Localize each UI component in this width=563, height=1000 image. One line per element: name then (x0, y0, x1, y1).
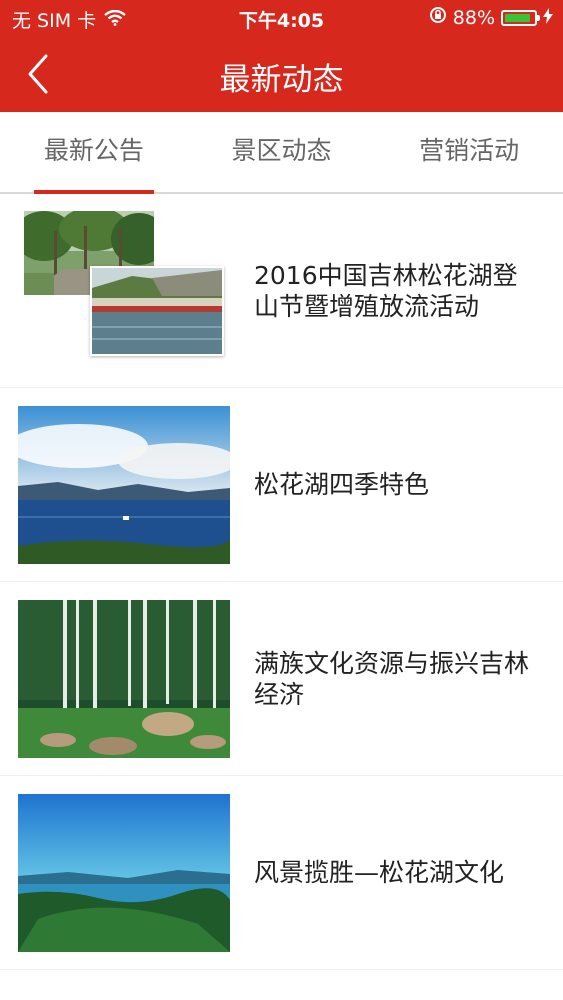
page-title: 最新动态 (219, 62, 344, 98)
tab-marketing-events[interactable]: 营销活动 (375, 112, 563, 192)
dock-lake-image (90, 265, 224, 356)
article-title: 风景揽胜—松花湖文化 (254, 858, 505, 887)
orientation-lock-icon (429, 6, 447, 29)
tab-label: 景区动态 (231, 136, 332, 165)
article-title: 满族文化资源与振兴吉林经济 (254, 648, 530, 709)
lake-hills-aerial-image (18, 793, 230, 952)
top-bar: 无 SIM 卡 下午4:05 88% 最新动态 (0, 0, 563, 112)
nav-bar: 最新动态 (0, 36, 563, 112)
battery-icon (501, 9, 540, 26)
tab-scenic-news[interactable]: 景区动态 (188, 112, 376, 192)
list-item[interactable]: 风景揽胜—松花湖文化 (0, 776, 563, 970)
article-title: 松花湖四季特色 (254, 470, 430, 499)
birch-forest-image (18, 599, 230, 758)
tab-label: 营销活动 (419, 136, 520, 165)
article-title: 2016中国吉林松花湖登山节暨增殖放流活动 (254, 260, 518, 321)
list-item[interactable]: 松花湖四季特色 (0, 388, 563, 582)
battery-percent: 88% (452, 6, 495, 29)
list-item[interactable]: 2016中国吉林松花湖登山节暨增殖放流活动 (0, 194, 563, 388)
list-item[interactable]: 满族文化资源与振兴吉林经济 (0, 582, 563, 776)
article-thumbnail (18, 210, 230, 371)
status-bar: 无 SIM 卡 下午4:05 88% (0, 0, 563, 36)
article-list: 2016中国吉林松花湖登山节暨增殖放流活动 松花湖四季特色 满族文化资源与振兴吉… (0, 194, 563, 970)
tab-label: 最新公告 (43, 136, 144, 165)
tab-latest-announcements[interactable]: 最新公告 (0, 112, 188, 194)
tab-bar: 最新公告 景区动态 营销活动 (0, 112, 563, 194)
charging-bolt-icon (543, 7, 553, 29)
lake-mountains-image (18, 405, 230, 564)
